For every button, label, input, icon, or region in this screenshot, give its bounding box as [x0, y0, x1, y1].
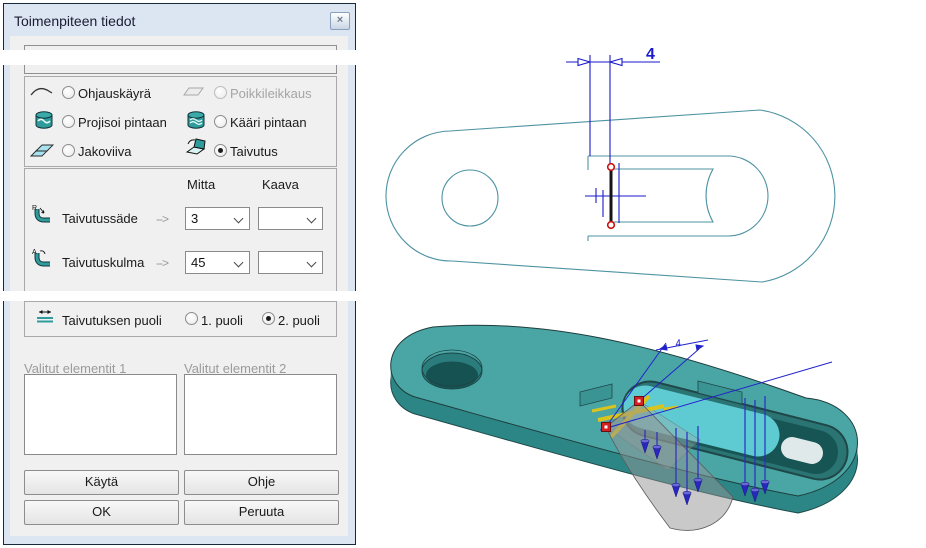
param-arrow: -->	[156, 212, 168, 226]
close-icon[interactable]: ×	[330, 12, 350, 30]
radio-taivutus[interactable]	[214, 144, 227, 157]
svg-text:R: R	[32, 205, 37, 212]
bend-side-icon	[34, 307, 56, 325]
dialog-body: Ohjauskäyrä Poikkileikkaus Projisoi pint…	[10, 36, 348, 536]
selected-elements-1-list[interactable]	[24, 374, 177, 455]
bend-side-label: Taivutuksen puoli	[62, 313, 162, 328]
dialog-title: Toimenpiteen tiedot	[14, 13, 135, 29]
taivutuskulma-kaava-combo[interactable]	[258, 251, 323, 274]
column-header-kaava: Kaava	[262, 177, 299, 192]
radio-ohjauskayra[interactable]	[62, 86, 75, 99]
operation-details-dialog: Toimenpiteen tiedot × Ohjauskäyrä Poikki…	[3, 3, 356, 545]
project-to-surface-icon	[34, 110, 54, 132]
app-canvas: { "dialog": { "title": "Toimenpiteen tie…	[0, 0, 926, 548]
radio-kaari[interactable]	[214, 115, 227, 128]
left-hole-2d	[442, 170, 498, 226]
dim-arrow-left	[578, 59, 590, 66]
radio-poikkileikkaus[interactable]	[214, 86, 227, 99]
radio-label-projisoi: Projisoi pintaan	[78, 115, 167, 130]
selected-elements-2-list[interactable]	[184, 374, 337, 455]
dimension-value-2d: 4	[646, 46, 655, 63]
radio-label-jakoviiva: Jakoviiva	[78, 144, 131, 159]
taivutussade-mitta-combo[interactable]: 3	[185, 207, 250, 230]
radio-label-taivutus: Taivutus	[230, 144, 278, 159]
bend-icon	[185, 136, 207, 156]
chevron-down-icon	[234, 258, 244, 268]
dim-arrow-right	[610, 59, 622, 66]
split-line-icon	[30, 140, 56, 158]
radio-side-2[interactable]	[262, 312, 275, 325]
radio-label-side-1: 1. puoli	[201, 313, 243, 328]
dimension-annotation-2d	[566, 55, 660, 223]
curve-icon	[30, 84, 54, 98]
radio-jakoviiva[interactable]	[62, 144, 75, 157]
param-label-taivutuskulma: Taivutuskulma	[62, 255, 144, 270]
mask-strip-middle	[0, 291, 374, 301]
radio-label-side-2: 2. puoli	[278, 313, 320, 328]
ok-button[interactable]: OK	[24, 500, 179, 525]
taivutussade-mitta-value: 3	[191, 211, 198, 226]
wrap-to-surface-icon	[186, 110, 206, 132]
bend-radius-icon: R	[32, 203, 52, 225]
apply-button[interactable]: Käytä	[24, 470, 179, 495]
chevron-down-icon	[234, 214, 244, 224]
bend-endpoint-marker[interactable]	[608, 164, 615, 171]
param-label-taivutussade: Taivutussäde	[62, 211, 138, 226]
help-button[interactable]: Ohje	[184, 470, 339, 495]
radio-projisoi[interactable]	[62, 115, 75, 128]
bend-angle-icon: A	[32, 247, 52, 269]
svg-text:A: A	[32, 249, 37, 256]
chevron-down-icon	[307, 258, 317, 268]
chevron-down-icon	[307, 214, 317, 224]
bend-endpoint-marker[interactable]	[608, 222, 615, 229]
radio-label-poikkileikkaus: Poikkileikkaus	[230, 86, 312, 101]
radio-label-ohjauskayra: Ohjauskäyrä	[78, 86, 151, 101]
param-arrow: -->	[156, 256, 168, 270]
radio-label-kaari: Kääri pintaan	[230, 115, 307, 130]
mask-strip-top	[0, 50, 374, 65]
iso-view-3d[interactable]: 4	[356, 300, 926, 548]
taivutuskulma-mitta-combo[interactable]: 45	[185, 251, 250, 274]
radio-side-1[interactable]	[185, 312, 198, 325]
taivutuskulma-mitta-value: 45	[191, 255, 205, 270]
dimension-value-3d: 4	[674, 338, 682, 350]
taivutussade-kaava-combo[interactable]	[258, 207, 323, 230]
cross-section-icon	[182, 84, 206, 98]
column-header-mitta: Mitta	[187, 177, 215, 192]
top-view-2d[interactable]: 4	[380, 20, 926, 305]
cancel-button[interactable]: Peruuta	[184, 500, 339, 525]
